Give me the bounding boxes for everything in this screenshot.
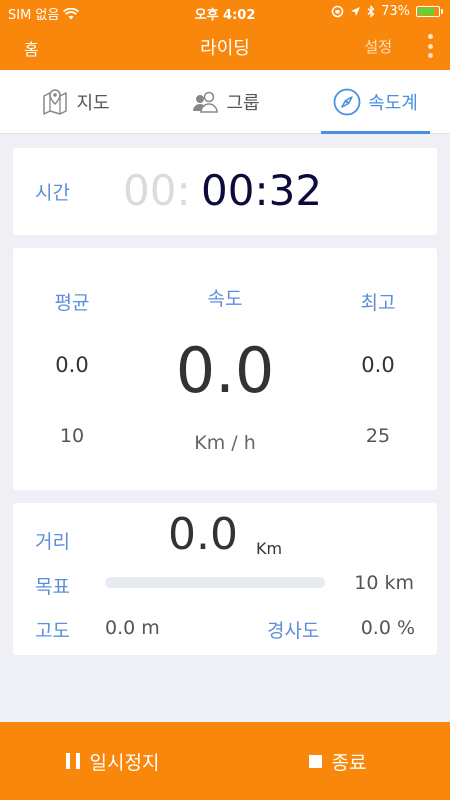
grade-label: 경사도 [267, 620, 320, 642]
tab-map[interactable]: 지도 [0, 70, 150, 134]
distance-unit: Km [256, 539, 283, 558]
app-header: SIM 없음 오후 4:02 73% 홈 라이딩 설정 [0, 0, 450, 70]
current-speed-value: 0.0 [175, 334, 275, 407]
distance-value: 0.0 [168, 509, 238, 560]
goal-label: 목표 [35, 576, 70, 598]
max-sub-value: 25 [365, 425, 391, 447]
tab-speedometer[interactable]: 속도계 [300, 70, 450, 134]
tab-group[interactable]: 그룹 [150, 70, 300, 134]
goal-progress-bar [105, 577, 325, 588]
time-value: 00:32 [201, 166, 323, 215]
average-label: 평균 [54, 292, 90, 314]
status-bar: SIM 없음 오후 4:02 73% [0, 0, 450, 24]
average-sub-value: 10 [59, 425, 85, 447]
bluetooth-icon [367, 5, 375, 18]
grade-value: 0.0 % [360, 617, 415, 639]
active-tab-indicator [321, 131, 430, 134]
pause-button[interactable]: 일시정지 [0, 722, 225, 800]
average-speed-value: 0.0 [55, 353, 89, 377]
stop-button[interactable]: 종료 [225, 722, 450, 800]
time-card: 시간 00: 00:32 [13, 148, 437, 235]
location-arrow-icon [351, 7, 361, 16]
rotation-lock-icon [331, 5, 344, 18]
goal-value: 10 km [354, 572, 414, 594]
footer-bar: 일시정지 종료 [0, 722, 450, 800]
tab-speedometer-label: 속도계 [368, 93, 418, 114]
battery-icon [416, 6, 443, 17]
distance-card: 거리 0.0 Km 목표 10 km 고도 0.0 m 경사도 0.0 % [13, 503, 437, 655]
speed-card: 평균 속도 최고 0.0 0.0 0.0 10 Km / h 25 [13, 248, 437, 490]
time-label: 시간 [35, 182, 70, 204]
speed-unit: Km / h [194, 432, 256, 454]
tab-map-label: 지도 [76, 93, 110, 114]
pause-label: 일시정지 [89, 751, 160, 774]
compass-icon [333, 88, 361, 116]
altitude-label: 고도 [35, 620, 70, 642]
navigation-bar: 홈 라이딩 설정 [0, 24, 450, 70]
stop-icon [308, 754, 322, 768]
time-hours: 00: [123, 166, 191, 215]
tab-bar: 지도 그룹 속도계 [0, 70, 450, 134]
group-icon [193, 91, 219, 113]
pause-icon [65, 753, 80, 769]
max-speed-value: 0.0 [361, 353, 395, 377]
stop-label: 종료 [331, 751, 367, 774]
speed-label: 속도 [207, 288, 243, 310]
battery-level [418, 8, 435, 15]
map-icon [43, 89, 68, 115]
altitude-value: 0.0 m [105, 617, 160, 639]
more-menu-icon[interactable] [426, 34, 434, 58]
distance-label: 거리 [35, 531, 70, 553]
battery-percent: 73% [381, 4, 410, 19]
settings-button[interactable]: 설정 [364, 36, 392, 57]
tab-group-label: 그룹 [226, 93, 260, 114]
max-label: 최고 [360, 292, 396, 314]
